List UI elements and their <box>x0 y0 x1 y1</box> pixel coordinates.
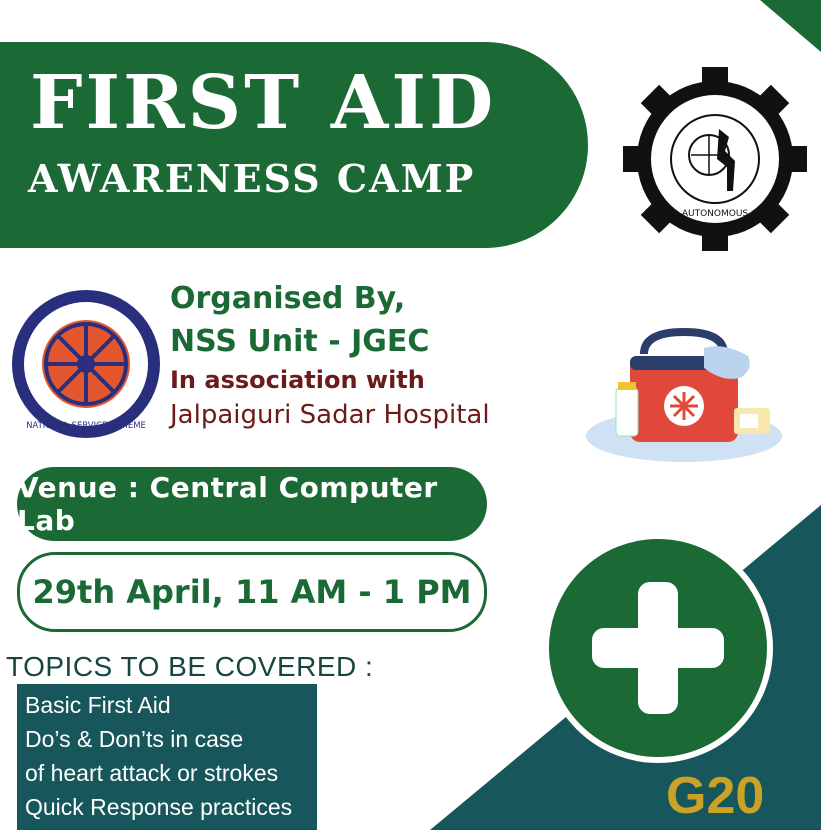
college-gear-logo: AUTONOMOUS <box>623 67 807 251</box>
corner-shape-top-right <box>760 0 821 52</box>
date-text: 29th April, 11 AM - 1 PM <box>32 573 472 611</box>
nss-logo: NATIONAL SERVICE SCHEME <box>12 290 160 438</box>
association-label: In association with <box>170 366 425 394</box>
first-aid-kit-illustration <box>586 327 782 462</box>
topic-item: of heart attack or strokes <box>25 760 279 786</box>
page-subtitle: AWARENESS CAMP <box>28 156 476 201</box>
organised-by-label: Organised By, <box>170 281 406 316</box>
topics-list: Basic First Aid Do’s & Don’ts in case of… <box>17 684 317 830</box>
venue-pill: Venue : Central Computer Lab <box>17 467 487 541</box>
date-pill: 29th April, 11 AM - 1 PM <box>17 552 487 632</box>
page-title: FIRST AID <box>30 60 497 146</box>
g20-logo: G20 <box>666 770 764 822</box>
topic-item: Do’s & Don’ts in case <box>25 726 244 752</box>
college-badge-text: AUTONOMOUS <box>682 209 749 219</box>
venue-text: Venue : Central Computer Lab <box>17 471 438 537</box>
topics-heading: TOPICS TO BE COVERED : <box>6 651 374 682</box>
plus-icon <box>543 533 773 763</box>
topic-item: Basic First Aid <box>25 692 171 718</box>
nss-english-text: NATIONAL SERVICE SCHEME <box>26 421 146 431</box>
topic-item: Quick Response practices <box>25 794 293 820</box>
organiser-name: NSS Unit - JGEC <box>170 324 430 359</box>
g20-text: G20 <box>666 767 765 825</box>
partner-hospital: Jalpaiguri Sadar Hospital <box>170 400 490 430</box>
